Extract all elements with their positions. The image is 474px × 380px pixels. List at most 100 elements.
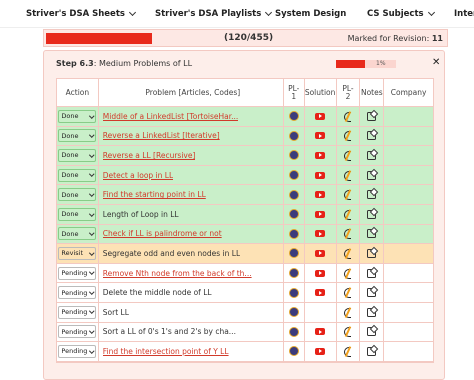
leetcode-icon[interactable] [343,189,352,201]
practice-link-icon[interactable] [288,150,299,161]
practice-link-icon[interactable] [288,111,299,122]
status-select[interactable]: Done [58,109,97,123]
youtube-icon[interactable] [315,210,326,218]
status-select[interactable]: Pending [58,325,97,339]
step-title: Step 6.3: Medium Problems of LL [56,59,192,68]
pl2-cell [337,126,361,146]
leetcode-icon[interactable] [343,111,352,122]
status-select[interactable]: Pending [58,305,97,319]
notes-icon[interactable] [367,229,377,239]
leetcode-icon[interactable] [343,346,352,357]
notes-icon[interactable] [367,131,377,141]
youtube-icon[interactable] [315,269,326,277]
status-select[interactable]: Done [58,188,97,202]
leetcode-icon[interactable] [343,268,352,279]
youtube-icon[interactable] [315,112,326,120]
leetcode-icon[interactable] [343,170,352,181]
pl2-cell [337,342,361,361]
nav-system-design[interactable]: System Design [275,9,346,19]
status-select[interactable]: Done [58,148,97,162]
pl1-cell [284,165,305,185]
notes-icon[interactable] [367,190,377,200]
chevron-down-icon [89,347,95,353]
status-value: Pending [61,347,88,356]
status-select[interactable]: Pending [58,266,97,280]
chevron-down-icon [89,152,95,157]
practice-link-icon[interactable] [288,228,299,239]
youtube-icon[interactable] [315,191,326,199]
table-row: Done Reverse a LL [Recursive] [57,146,433,166]
problem-link[interactable]: Check if LL is palindrome or not [103,229,222,238]
practice-link-icon[interactable] [288,326,299,337]
table-row: Pending Sort a LL of 0's 1's and 2's by c… [57,322,433,343]
marked-for-revision[interactable]: Marked for Revision: 11 [348,34,443,43]
problem-link[interactable]: Middle of a LinkedList [TortoiseHar... [103,112,239,121]
notes-icon[interactable] [367,268,377,278]
status-select[interactable]: Revisit [58,246,97,260]
leetcode-icon[interactable] [343,209,352,220]
leetcode-icon[interactable] [343,130,352,142]
table-row: Pending Sort LL [57,302,433,323]
practice-link-icon[interactable] [288,268,299,279]
company-cell [384,146,433,165]
leetcode-icon[interactable] [343,228,352,240]
problem-cell: Remove Nth node from the back of th... [99,263,284,283]
notes-icon[interactable] [367,170,377,180]
practice-link-icon[interactable] [288,307,299,318]
nav-dsa-playlists[interactable]: Striver's DSA Playlists [155,8,273,19]
notes-icon[interactable] [367,288,377,298]
youtube-icon[interactable] [315,347,326,355]
step-progress-bar [336,60,366,68]
status-select[interactable]: Pending [58,286,97,300]
status-select[interactable]: Done [58,207,97,221]
close-icon[interactable]: ✕ [432,57,440,68]
nav-intern[interactable]: Intern [454,9,474,19]
practice-link-icon[interactable] [288,170,299,181]
leetcode-icon[interactable] [343,150,352,161]
status-select[interactable]: Pending [58,344,97,358]
notes-icon[interactable] [367,346,377,356]
notes-icon[interactable] [367,111,377,121]
practice-link-icon[interactable] [288,209,299,220]
youtube-icon[interactable] [315,151,326,159]
notes-icon[interactable] [367,327,377,337]
practice-link-icon[interactable] [288,346,299,357]
problem-link[interactable]: Detect a loop in LL [103,171,173,180]
step-header[interactable]: Step 6.3: Medium Problems of LL 1% ✕ [44,54,444,72]
practice-link-icon[interactable] [288,189,299,200]
company-cell [384,323,433,342]
practice-link-icon[interactable] [288,130,299,141]
problem-link[interactable]: Reverse a LL [Recursive] [103,151,196,160]
youtube-icon[interactable] [315,289,326,297]
notes-cell [360,283,385,302]
notes-icon[interactable] [367,248,377,258]
youtube-icon[interactable] [315,171,326,179]
nav-cs-subjects[interactable]: CS Subjects [367,8,435,19]
leetcode-icon[interactable] [343,248,352,259]
practice-link-icon[interactable] [288,248,299,259]
notes-icon[interactable] [367,150,377,160]
nav-dsa-sheets[interactable]: Striver's DSA Sheets [26,8,136,19]
status-select[interactable]: Done [58,129,97,143]
notes-icon[interactable] [367,209,377,219]
problem-link[interactable]: Reverse a LinkedList [Iterative] [103,131,220,140]
problem-link[interactable]: Find the intersection point of Y LL [103,347,229,356]
leetcode-icon[interactable] [343,287,352,299]
leetcode-icon[interactable] [343,307,352,318]
chevron-down-icon [89,191,95,197]
youtube-icon[interactable] [315,230,326,238]
practice-link-icon[interactable] [288,287,299,298]
status-select[interactable]: Done [58,227,97,241]
problem-link[interactable]: Find the starting point in LL [103,190,206,199]
table-row: Pending Find the intersection point of Y … [57,342,433,362]
chevron-down-icon [265,8,273,17]
youtube-icon[interactable] [315,132,326,140]
youtube-icon[interactable] [315,328,326,336]
youtube-icon[interactable] [315,249,326,257]
status-select[interactable]: Done [58,168,97,182]
col-solution: Solution [305,79,337,106]
leetcode-icon[interactable] [343,326,352,338]
status-value: Done [61,210,79,219]
problem-link[interactable]: Remove Nth node from the back of th... [103,269,252,278]
notes-icon[interactable] [367,307,377,317]
